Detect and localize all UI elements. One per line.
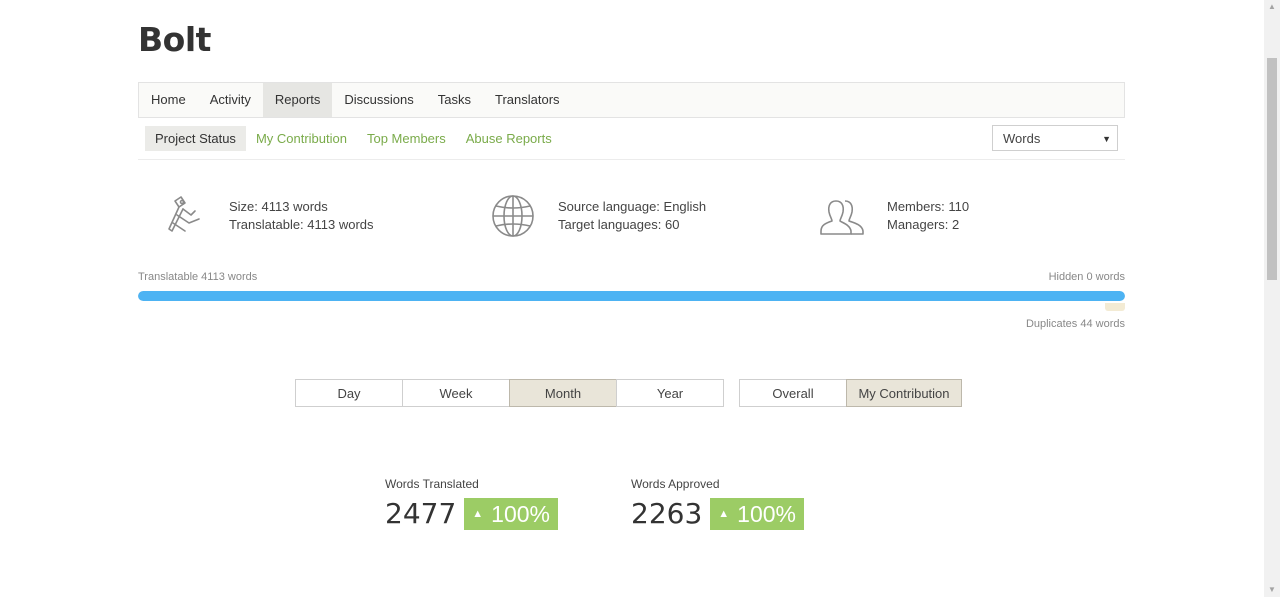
change-percent: 100% [491, 500, 550, 527]
scroll-up-icon[interactable]: ▲ [1264, 0, 1280, 14]
size-text: Size: 4113 words [229, 199, 328, 214]
scope-toggle: Overall My Contribution [739, 379, 962, 407]
managers-text: Managers: 2 [887, 217, 960, 232]
change-badge: ▲ 100% [710, 497, 804, 530]
nav-translators[interactable]: Translators [483, 83, 572, 117]
nav-home[interactable]: Home [139, 83, 198, 117]
tab-project-status[interactable]: Project Status [145, 126, 246, 151]
stat-languages: Source language: English Target language… [490, 193, 706, 239]
tab-my-contribution[interactable]: My Contribution [246, 126, 357, 151]
metric-value: 2477 [385, 497, 457, 530]
target-languages-text: Target languages: 60 [558, 217, 680, 232]
unit-select-value: Words [1003, 131, 1041, 146]
page-title: Bolt [138, 20, 211, 59]
tab-abuse-reports[interactable]: Abuse Reports [456, 126, 562, 151]
change-badge: ▲ 100% [464, 497, 558, 530]
chevron-down-icon: ▼ [1102, 134, 1111, 144]
scope-my-contribution-button[interactable]: My Contribution [846, 379, 962, 407]
translatable-text: Translatable: 4113 words [229, 217, 374, 232]
divider [138, 159, 1125, 160]
nav-tasks[interactable]: Tasks [426, 83, 483, 117]
source-language-text: Source language: English [558, 199, 707, 214]
caliper-icon [168, 196, 200, 232]
period-toggle: Day Week Month Year [295, 379, 724, 407]
reports-sub-nav: Project Status My Contribution Top Membe… [145, 126, 562, 151]
duplicates-bar [1105, 303, 1125, 311]
users-icon [820, 200, 864, 235]
vertical-scrollbar[interactable]: ▲ ▼ [1264, 0, 1280, 597]
unit-select[interactable]: Words ▼ [992, 125, 1118, 151]
arrow-up-icon: ▲ [472, 507, 484, 520]
metric-label: Words Translated [385, 477, 479, 491]
period-month-button[interactable]: Month [509, 379, 617, 407]
nav-discussions[interactable]: Discussions [332, 83, 425, 117]
progress-fill [138, 291, 1125, 301]
scrollbar-thumb[interactable] [1267, 58, 1277, 280]
translation-progress-bar [138, 291, 1125, 301]
globe-icon [492, 195, 534, 237]
scroll-down-icon[interactable]: ▼ [1264, 583, 1280, 597]
nav-reports[interactable]: Reports [262, 83, 333, 117]
period-week-button[interactable]: Week [402, 379, 510, 407]
hidden-label: Hidden 0 words [1048, 271, 1125, 283]
duplicates-label: Duplicates 44 words [1025, 318, 1125, 330]
change-percent: 100% [737, 500, 796, 527]
period-year-button[interactable]: Year [616, 379, 724, 407]
members-text: Members: 110 [887, 199, 970, 214]
stat-members: Members: 110 Managers: 2 [819, 193, 969, 239]
scope-overall-button[interactable]: Overall [739, 379, 847, 407]
tab-top-members[interactable]: Top Members [357, 126, 456, 151]
metric-words-translated: Words Translated 2477 ▲ 100% [385, 477, 558, 530]
metric-label: Words Approved [631, 477, 720, 491]
period-day-button[interactable]: Day [295, 379, 403, 407]
arrow-up-icon: ▲ [718, 507, 730, 520]
stat-size: Size: 4113 words Translatable: 4113 word… [161, 193, 374, 239]
translatable-label: Translatable 4113 words [138, 271, 258, 283]
main-nav: Home Activity Reports Discussions Tasks … [138, 82, 1125, 118]
nav-activity[interactable]: Activity [198, 83, 263, 117]
metric-value: 2263 [631, 497, 703, 530]
metric-words-approved: Words Approved 2263 ▲ 100% [631, 477, 804, 530]
